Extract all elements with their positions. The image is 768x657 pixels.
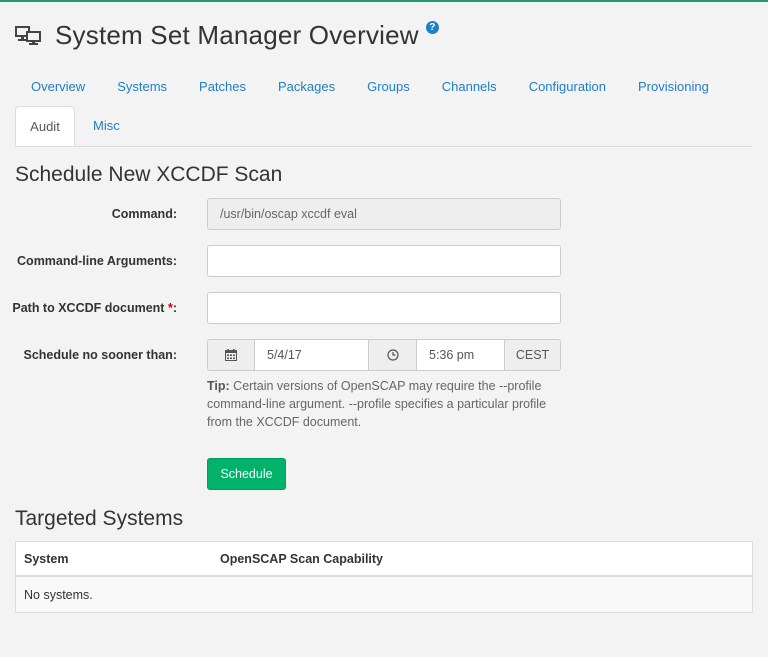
tab-patches[interactable]: Patches bbox=[183, 70, 262, 104]
tip-text: Tip: Certain versions of OpenSCAP may re… bbox=[207, 377, 561, 431]
tip-label: Tip: bbox=[207, 379, 230, 393]
top-accent-line bbox=[0, 0, 768, 2]
ssm-tabs-row2: Audit Misc bbox=[15, 106, 753, 147]
tab-provisioning[interactable]: Provisioning bbox=[622, 70, 725, 104]
table-header: System OpenSCAP Scan Capability bbox=[16, 542, 752, 577]
table-row: No systems. bbox=[16, 577, 752, 612]
path-label-colon: : bbox=[172, 301, 177, 315]
help-icon[interactable]: ? bbox=[425, 20, 439, 34]
page-title: System Set Manager Overview bbox=[55, 19, 419, 50]
path-row: Path to XCCDF document *: bbox=[0, 292, 768, 324]
command-field[interactable] bbox=[207, 198, 561, 230]
tab-groups[interactable]: Groups bbox=[351, 70, 426, 104]
command-row: Command: bbox=[0, 198, 768, 230]
column-system[interactable]: System bbox=[16, 552, 212, 566]
ssm-tabs: Overview Systems Patches Packages Groups… bbox=[15, 70, 725, 104]
command-args-input[interactable] bbox=[207, 245, 561, 277]
args-label: Command-line Arguments: bbox=[17, 254, 177, 268]
tip-body: Certain versions of OpenSCAP may require… bbox=[207, 379, 547, 429]
clock-icon[interactable] bbox=[369, 339, 417, 371]
command-label: Command: bbox=[111, 207, 177, 221]
tab-configuration[interactable]: Configuration bbox=[513, 70, 622, 104]
date-input[interactable] bbox=[255, 339, 369, 371]
tab-misc[interactable]: Misc bbox=[77, 106, 136, 146]
schedule-heading: Schedule New XCCDF Scan bbox=[15, 163, 283, 186]
tab-overview[interactable]: Overview bbox=[15, 70, 101, 104]
xccdf-path-input[interactable] bbox=[207, 292, 561, 324]
tab-channels[interactable]: Channels bbox=[426, 70, 513, 104]
path-label-text: Path to XCCDF document bbox=[12, 301, 165, 315]
calendar-icon[interactable] bbox=[207, 339, 255, 371]
system-set-icon bbox=[15, 26, 41, 45]
datetime-picker: CEST bbox=[207, 339, 561, 371]
column-openscap-capability[interactable]: OpenSCAP Scan Capability bbox=[212, 552, 383, 566]
timezone-label: CEST bbox=[505, 339, 561, 371]
path-label: Path to XCCDF document *: bbox=[12, 292, 177, 324]
tab-packages[interactable]: Packages bbox=[262, 70, 351, 104]
schedule-button[interactable]: Schedule bbox=[207, 458, 286, 490]
tab-audit[interactable]: Audit bbox=[15, 106, 75, 146]
args-row: Command-line Arguments: bbox=[0, 245, 768, 277]
targeted-systems-table: System OpenSCAP Scan Capability No syste… bbox=[15, 541, 753, 613]
time-input[interactable] bbox=[417, 339, 505, 371]
page-header: System Set Manager Overview ? bbox=[15, 18, 439, 52]
targeted-systems-heading: Targeted Systems bbox=[15, 507, 184, 530]
schedule-label: Schedule no sooner than: bbox=[23, 348, 178, 362]
schedule-row: Schedule no sooner than: CE bbox=[0, 339, 768, 371]
tab-systems[interactable]: Systems bbox=[101, 70, 183, 104]
